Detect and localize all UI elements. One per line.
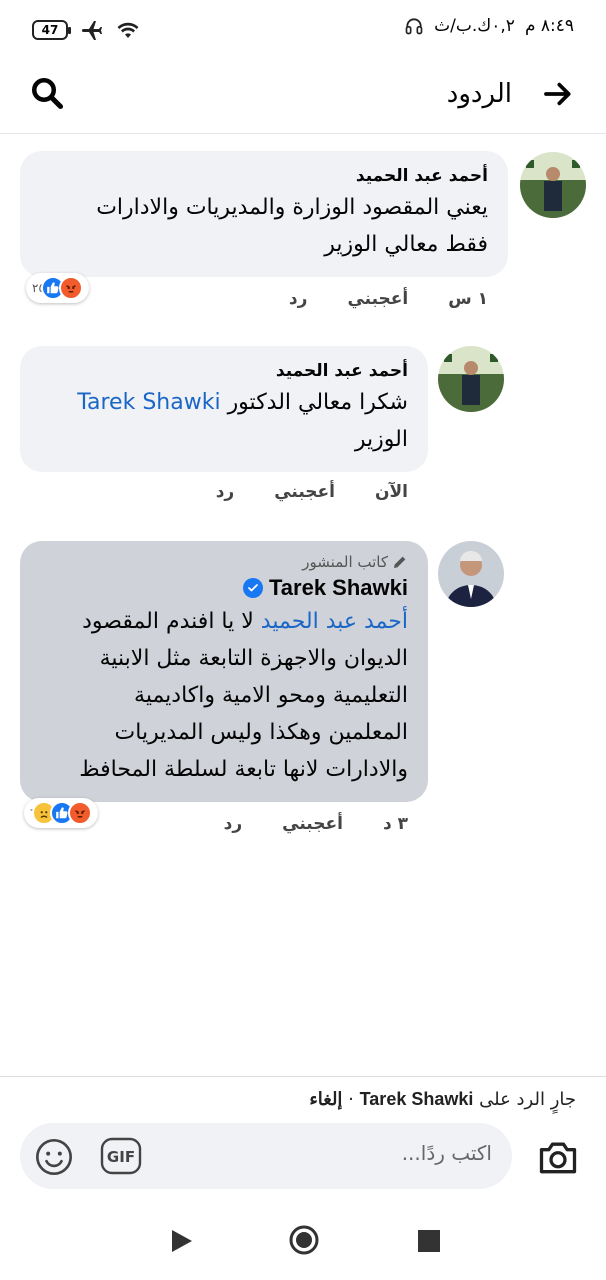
gif-label: GIF [107,1148,135,1166]
commenter-avatar[interactable] [438,346,504,412]
cancel-reply-button[interactable]: إلغاء [309,1089,342,1109]
author-comment-bubble[interactable]: كاتب المنشور Tarek Shawki أحمد عبد الحمي… [20,541,428,802]
comment-time: ١ س [448,289,488,309]
status-time: ٨:٤٩ م [524,16,574,36]
avatar-image [520,152,586,218]
comment-text-line: الوزير [354,427,408,452]
arrow-right-icon [544,82,571,106]
pencil-icon [394,556,406,568]
avatar-image [438,346,504,412]
post-author-label: كاتب المنشور [40,551,408,573]
angry-reaction-icon [58,276,83,300]
camera-icon [539,1142,577,1174]
angry-reaction-icon [68,801,93,825]
comment-author-name[interactable]: أحمد عبد الحميد [40,358,408,384]
gif-icon: GIF [100,1137,142,1175]
network-speed: ٠,٢ك.ب/ث [434,16,515,36]
comment-text-line: يعني المقصود الوزارة والمديريات والادارا… [96,195,488,220]
comment-actions: ٣ د أعجبني رد [224,814,408,834]
verified-badge-icon [243,578,263,598]
top-app-bar: الردود [0,60,606,134]
camera-button[interactable] [536,1135,580,1179]
comment-text: لا يا افندم المقصود [82,609,254,634]
comment-text-line: أحمد عبد الحميد لا يا افندم المقصود [40,603,408,640]
like-button[interactable]: أعجبني [282,814,343,834]
comment-text-line: والادارات لانها تابعة لسلطة المحافظ [79,757,408,782]
wifi-icon [117,22,139,38]
reply-button[interactable]: رد [216,482,235,502]
like-button[interactable]: أعجبني [274,482,335,502]
reply-button[interactable]: رد [224,814,243,834]
comment-actions: الآن أعجبني رد [216,482,408,502]
comment-text: شكرا معالي الدكتور [227,390,408,415]
avatar-image [438,541,504,607]
mention-link[interactable]: Tarek Shawki [77,390,220,415]
reply-composer: جارٍ الرد على Tarek Shawki · إلغاء اكتب … [0,1076,606,1200]
emoji-icon [36,1139,72,1175]
comment-time: ٣ د [382,814,408,834]
battery-level: 47 [41,23,59,37]
post-author-text: كاتب المنشور [302,553,388,571]
status-bar: 47 ٨:٤٩ م ٠,٢ك.ب/ث [0,0,606,60]
replying-to-indicator: جارٍ الرد على Tarek Shawki · إلغاء [309,1089,576,1110]
comment-bubble[interactable]: أحمد عبد الحميد شكرا معالي الدكتور Tarek… [20,346,428,472]
comment-text-line: التعليمية ومحو الامية واكاديمية [134,683,408,708]
comment-author-name[interactable]: Tarek Shawki [269,573,408,603]
author-name-row: Tarek Shawki [40,573,408,603]
replying-name: Tarek Shawki [359,1089,474,1109]
emoji-button[interactable] [34,1137,74,1177]
comment-text-line: فقط معالي الوزير [324,232,488,257]
reaction-summary[interactable]: ٦ [24,798,99,828]
reply-button[interactable]: رد [289,289,308,309]
comment-time: الآن [375,482,408,502]
headset-icon [405,18,423,35]
commenter-avatar[interactable] [520,152,586,218]
like-button[interactable]: أعجبني [347,289,408,309]
nav-recents-icon[interactable] [418,1230,440,1252]
battery-icon: 47 [32,20,71,40]
status-left: 47 [32,18,140,42]
reply-input-container[interactable]: اكتب ردًا... GIF [20,1123,512,1189]
replying-prefix: جارٍ الرد على [479,1089,576,1110]
separator: · [348,1089,354,1110]
reply-input[interactable]: اكتب ردًا... [402,1141,492,1165]
back-button[interactable] [538,74,578,114]
airplane-icon [82,21,102,40]
gif-button[interactable]: GIF [100,1137,142,1175]
nav-home-icon[interactable] [288,1224,320,1256]
comment-author-name[interactable]: أحمد عبد الحميد [40,163,488,189]
page-title: الردود [446,79,512,109]
mention-link[interactable]: أحمد عبد الحميد [261,609,408,634]
comment-actions: ١ س أعجبني رد [289,289,488,309]
comment-text-line: الديوان والاجهزة التابعة مثل الابنية [99,646,408,671]
search-icon [32,78,64,110]
reaction-summary[interactable]: ٢٥ [26,273,89,303]
system-navigation-bar [0,1200,606,1280]
comment-text-line: المعلمين وهكذا وليس المديريات [114,720,408,745]
status-right: ٨:٤٩ م ٠,٢ك.ب/ث [404,16,574,36]
nav-back-icon[interactable] [170,1228,194,1254]
search-button[interactable] [26,72,68,114]
author-avatar[interactable] [438,541,504,607]
comment-text-line: شكرا معالي الدكتور Tarek Shawki [40,384,408,421]
comment-bubble[interactable]: أحمد عبد الحميد يعني المقصود الوزارة وال… [20,151,508,277]
